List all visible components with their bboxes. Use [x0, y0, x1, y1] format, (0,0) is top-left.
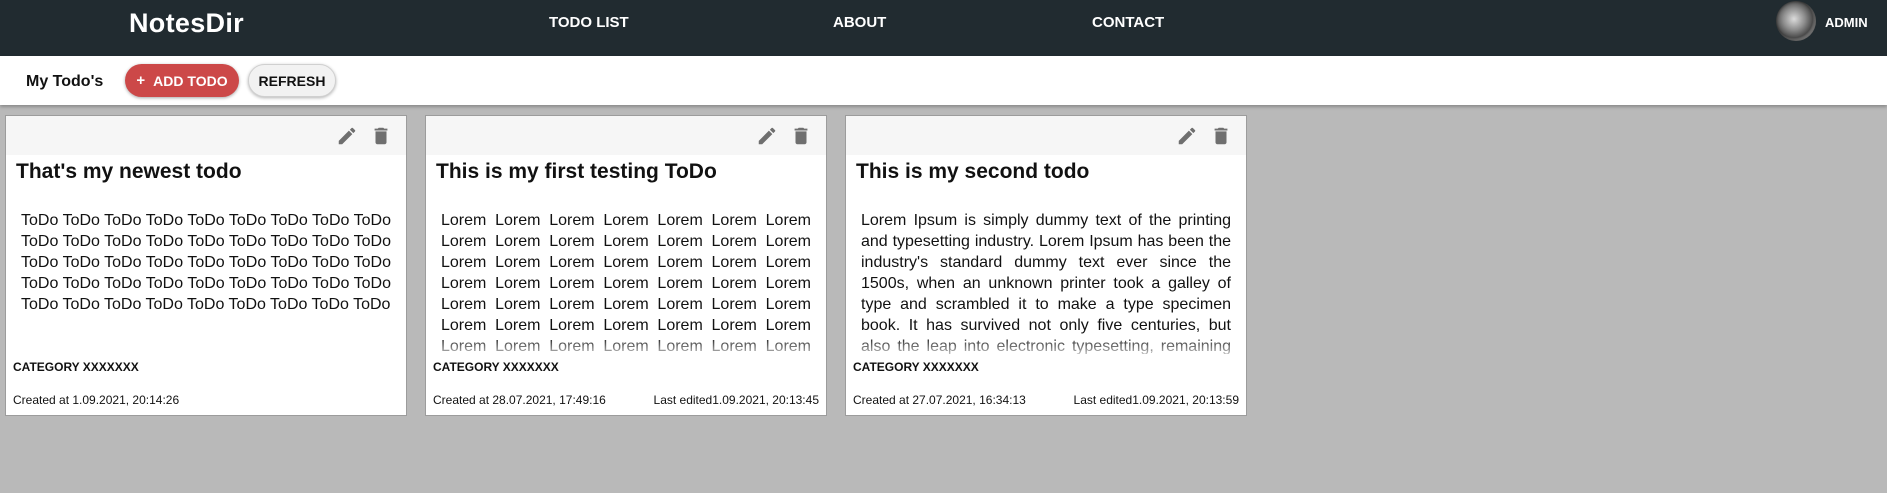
user-menu[interactable]: ADMIN	[1767, 0, 1887, 42]
card-header	[6, 116, 406, 155]
todo-card: This is my first testing ToDo Lorem Lore…	[425, 115, 827, 416]
card-created-date: Created at 28.07.2021, 17:49:16	[433, 393, 606, 407]
todo-card: This is my second todo Lorem Ipsum is si…	[845, 115, 1247, 416]
card-title: This is my second todo	[856, 160, 1090, 183]
edit-icon[interactable]	[336, 125, 358, 147]
card-category: CATEGORY XXXXXXX	[13, 360, 139, 374]
nav-link-todo-list[interactable]: TODO LIST	[549, 14, 629, 31]
nav-link-about[interactable]: ABOUT	[833, 14, 886, 31]
card-title: That's my newest todo	[16, 160, 242, 183]
card-created-date: Created at 1.09.2021, 20:14:26	[13, 393, 180, 407]
delete-icon[interactable]	[790, 125, 812, 147]
add-todo-button[interactable]: + ADD TODO	[125, 64, 239, 97]
top-navbar: NotesDir TODO LIST ABOUT CONTACT ADMIN	[0, 0, 1887, 56]
card-category: CATEGORY XXXXXXX	[853, 360, 979, 374]
todo-card: That's my newest todo ToDo ToDo ToDo ToD…	[5, 115, 407, 416]
card-edited-date: Last edited1.09.2021, 20:13:59	[1073, 393, 1239, 407]
user-name[interactable]: ADMIN	[1825, 15, 1868, 30]
card-title: This is my first testing ToDo	[436, 160, 717, 183]
card-category: CATEGORY XXXXXXX	[433, 360, 559, 374]
page-title: My Todo's	[26, 73, 104, 90]
card-header	[426, 116, 826, 155]
add-todo-label: ADD TODO	[153, 72, 228, 89]
todo-toolbar: My Todo's + ADD TODO REFRESH	[0, 56, 1887, 105]
nav-link-contact[interactable]: CONTACT	[1092, 14, 1164, 31]
user-avatar[interactable]	[1776, 1, 1816, 41]
edit-icon[interactable]	[1176, 125, 1198, 147]
card-edited-date: Last edited1.09.2021, 20:13:45	[653, 393, 819, 407]
plus-icon: +	[136, 72, 146, 89]
card-header	[846, 116, 1246, 155]
card-created-date: Created at 27.07.2021, 16:34:13	[853, 393, 1026, 407]
refresh-button[interactable]: REFRESH	[248, 64, 336, 97]
card-body: ToDo ToDo ToDo ToDo ToDo ToDo ToDo ToDo …	[21, 212, 391, 313]
delete-icon[interactable]	[1210, 125, 1232, 147]
delete-icon[interactable]	[370, 125, 392, 147]
card-body: Lorem Ipsum is simply dummy text of the …	[861, 212, 1231, 354]
card-body: Lorem Lorem Lorem Lorem Lorem Lorem Lore…	[441, 212, 811, 354]
brand-logo[interactable]: NotesDir	[129, 8, 244, 39]
edit-icon[interactable]	[756, 125, 778, 147]
